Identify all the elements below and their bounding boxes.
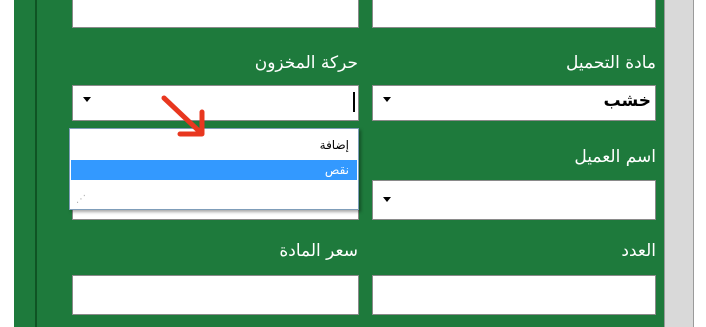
customer-name-combo[interactable]	[372, 180, 656, 220]
dropdown-option-empty[interactable]	[71, 181, 357, 201]
form-panel: حركة المخزون مادة التحميل خشب اسم العميل…	[0, 0, 706, 327]
dropdown-option-deduct[interactable]: نقص	[71, 160, 357, 180]
red-arrow-icon	[161, 95, 205, 137]
dropdown-arrow-icon[interactable]	[383, 197, 391, 202]
text-caret	[353, 92, 355, 112]
panel-divider	[35, 0, 37, 327]
loading-material-combo[interactable]: خشب	[372, 85, 656, 121]
vertical-scrollbar[interactable]	[664, 0, 694, 327]
material-price-label: سعر المادة	[279, 241, 358, 261]
material-price-input[interactable]	[72, 275, 359, 315]
dropdown-arrow-icon[interactable]	[83, 97, 91, 102]
window-right-edge	[694, 0, 706, 327]
window-left-border	[0, 0, 14, 327]
resize-grip-icon[interactable]: ⋰	[76, 195, 86, 205]
loading-material-value: خشب	[603, 91, 651, 111]
count-input[interactable]	[372, 275, 656, 315]
customer-name-label: اسم العميل	[574, 147, 656, 167]
stock-movement-label: حركة المخزون	[254, 53, 358, 73]
dropdown-arrow-icon[interactable]	[383, 97, 391, 102]
stock-movement-dropdown-list[interactable]: إضافة نقص ⋰	[69, 128, 359, 210]
loading-material-label: مادة التحميل	[565, 53, 656, 73]
top-right-field[interactable]	[372, 0, 656, 28]
top-left-field[interactable]	[72, 0, 359, 28]
dropdown-option-add[interactable]: إضافة	[71, 135, 357, 155]
count-label: العدد	[621, 241, 656, 261]
stock-movement-combo[interactable]	[72, 85, 359, 121]
